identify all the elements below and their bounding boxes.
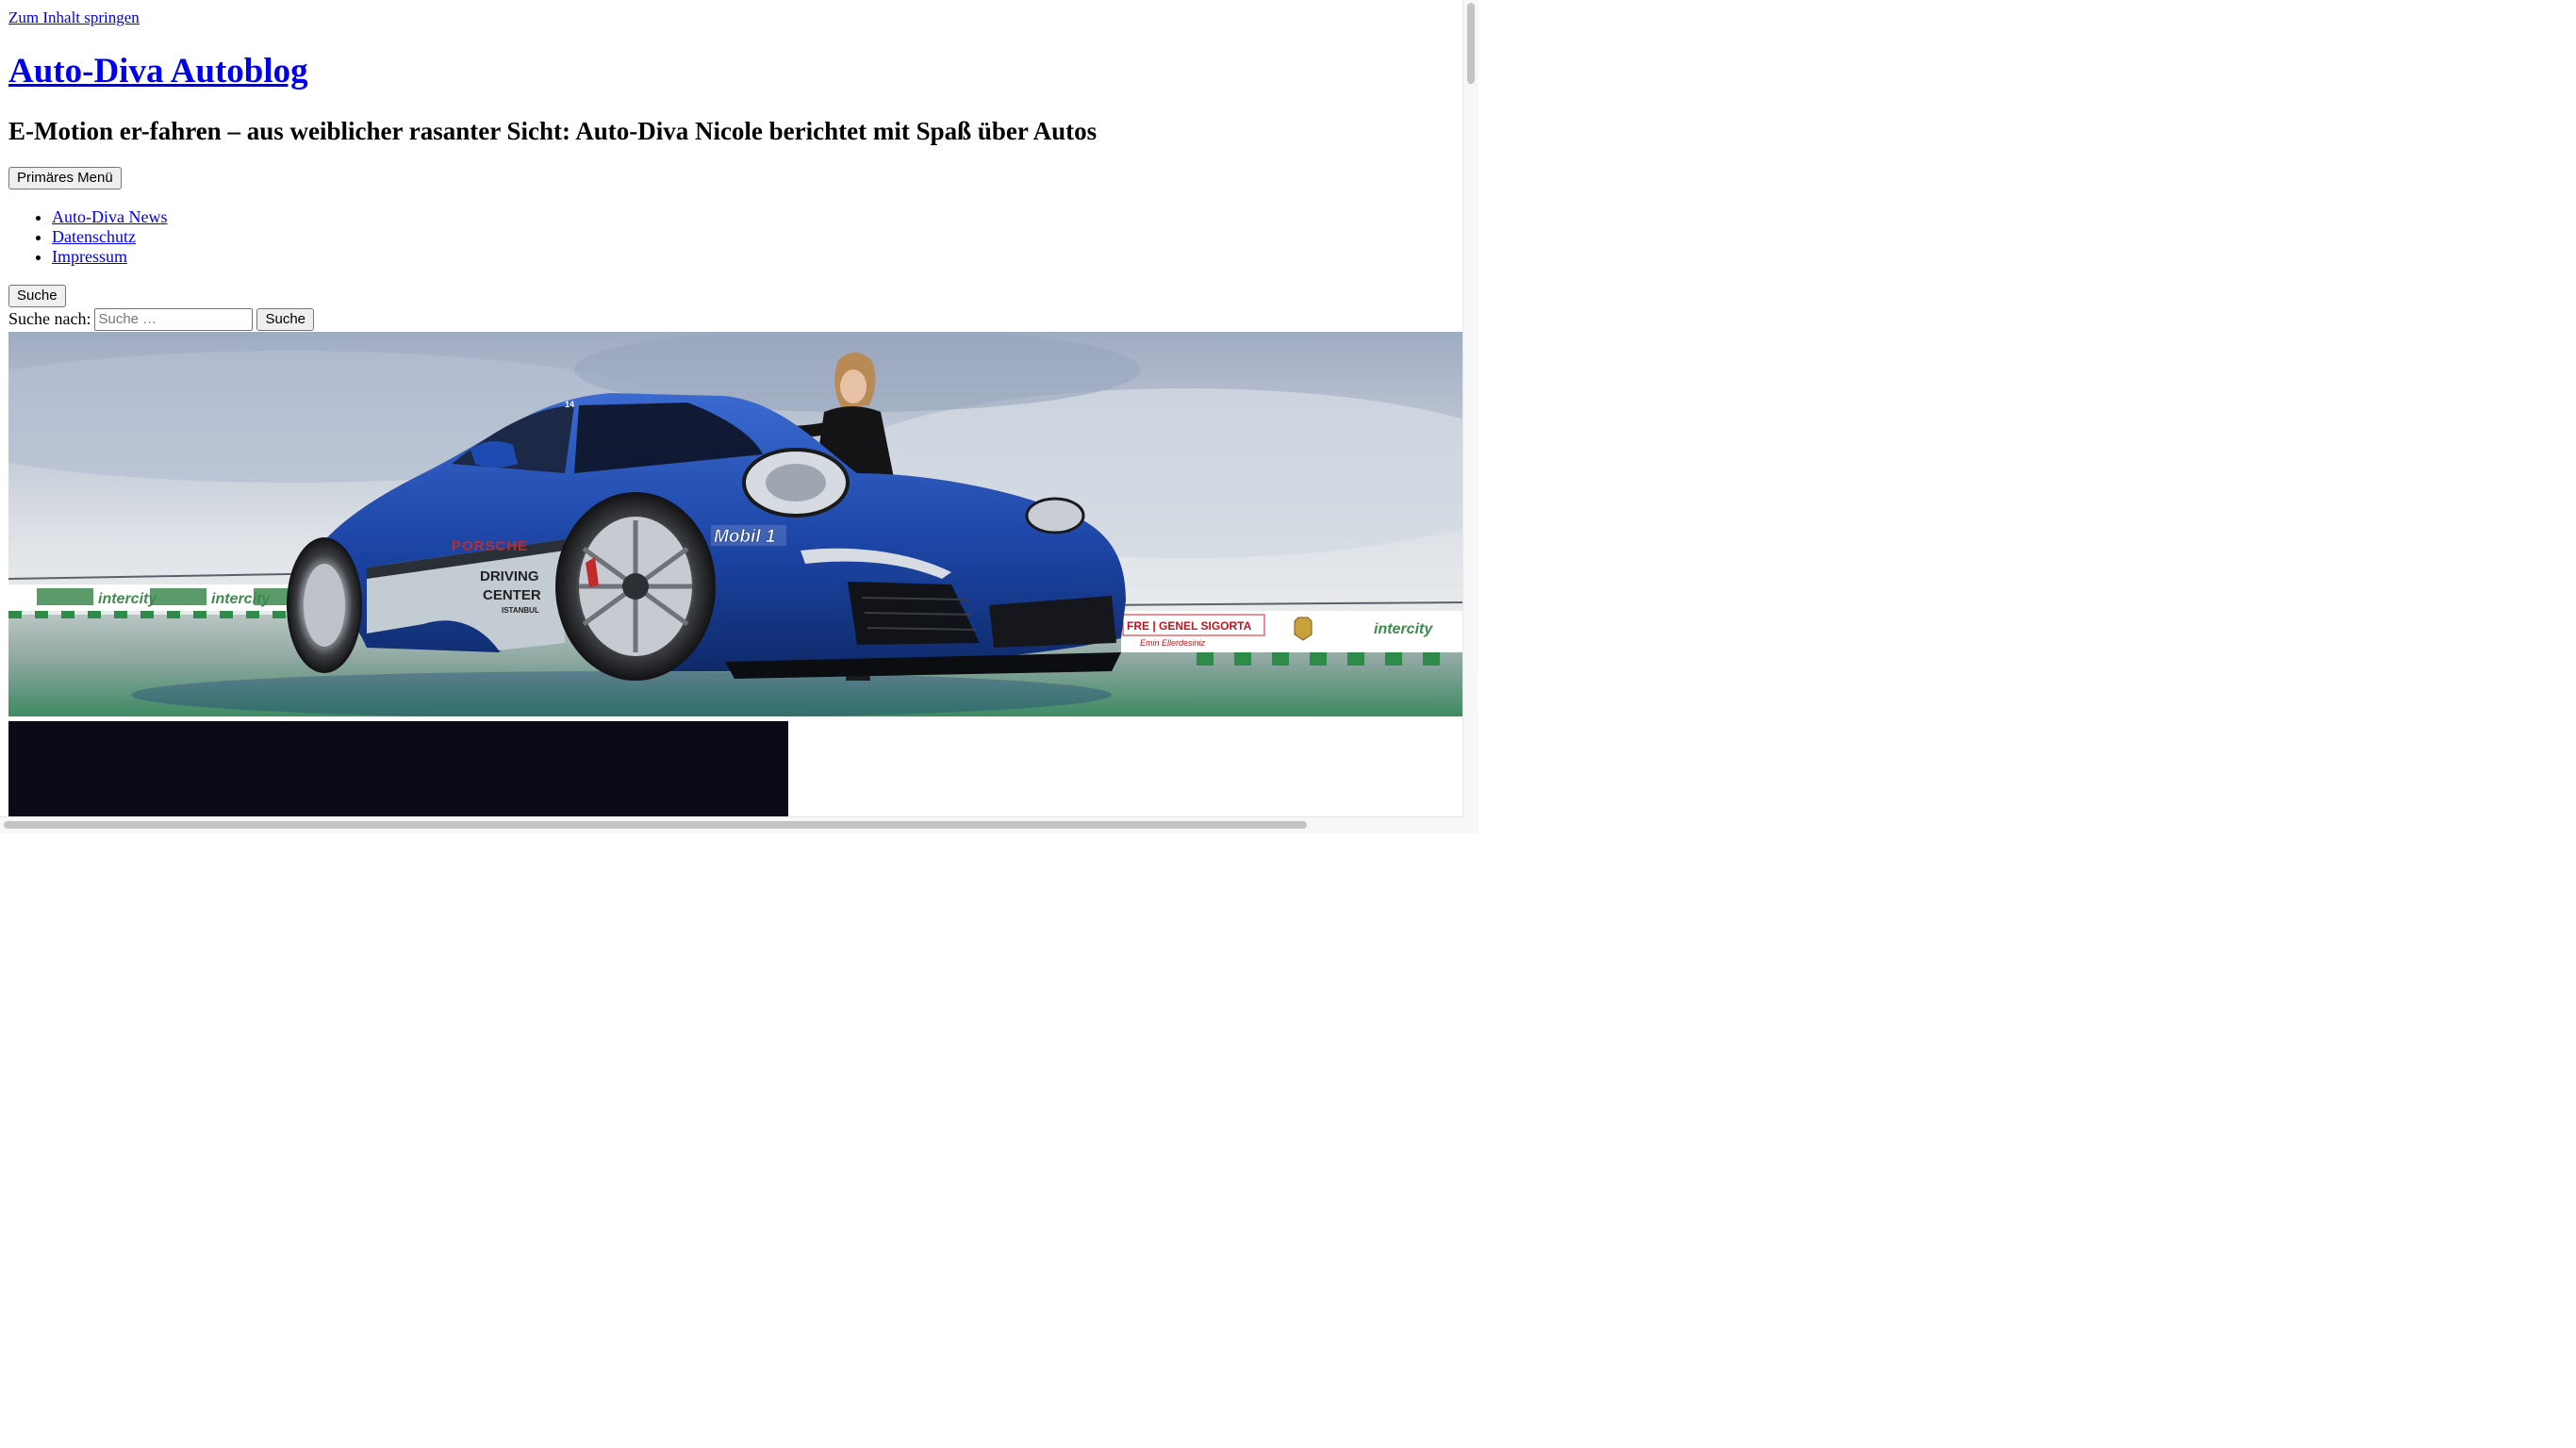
scrollbar-corner xyxy=(1462,816,1478,833)
banner-text: FRE | GENEL SIGORTA xyxy=(1127,619,1252,633)
vertical-scrollbar-thumb[interactable] xyxy=(1467,3,1475,84)
primary-menu: Auto-Diva News Datenschutz Impressum xyxy=(8,207,167,267)
content-image-dark xyxy=(8,721,788,816)
banner-text: Emin Ellerdesiniz xyxy=(1140,638,1206,648)
car-text: PORSCHE xyxy=(452,538,528,554)
menu-link-auto-diva-news[interactable]: Auto-Diva News xyxy=(52,207,167,226)
menu-item: Datenschutz xyxy=(52,227,167,247)
banner-text: intercity xyxy=(211,591,271,607)
page: Zum Inhalt springen Auto-Diva Autoblog E… xyxy=(0,0,1462,816)
menu-item: Impressum xyxy=(52,247,167,267)
car-text: DRIVING xyxy=(480,568,539,584)
car-sponsor: Mobil 1 xyxy=(714,527,775,547)
primary-menu-button[interactable]: Primäres Menü xyxy=(8,167,122,189)
car-number: 14 xyxy=(565,400,574,409)
horizontal-scrollbar[interactable] xyxy=(0,816,1462,833)
vertical-scrollbar[interactable] xyxy=(1462,0,1478,816)
skip-to-content-link[interactable]: Zum Inhalt springen xyxy=(8,8,140,27)
menu-link-impressum[interactable]: Impressum xyxy=(52,247,127,266)
search-form: Suche nach: Suche xyxy=(8,307,315,331)
menu-link-datenschutz[interactable]: Datenschutz xyxy=(52,227,136,246)
site-title: Auto-Diva Autoblog xyxy=(8,51,308,92)
site-description: E-Motion er-fahren – aus weiblicher rasa… xyxy=(8,117,1098,145)
header-image: intercity intercity FRE | GENEL SIGORTA … xyxy=(8,332,1462,716)
horizontal-scrollbar-thumb[interactable] xyxy=(4,821,1307,829)
menu-item: Auto-Diva News xyxy=(52,207,167,227)
search-input[interactable] xyxy=(94,307,254,331)
search-submit-button[interactable]: Suche xyxy=(256,307,315,331)
banner-text: intercity xyxy=(1374,621,1433,637)
search-toggle-button[interactable]: Suche xyxy=(8,285,66,307)
car-text: ISTANBUL xyxy=(502,606,539,615)
site-title-link[interactable]: Auto-Diva Autoblog xyxy=(8,52,308,90)
banner-text: intercity xyxy=(98,591,157,607)
car-text: CENTER xyxy=(483,587,541,603)
search-label: Suche nach: xyxy=(8,309,91,328)
